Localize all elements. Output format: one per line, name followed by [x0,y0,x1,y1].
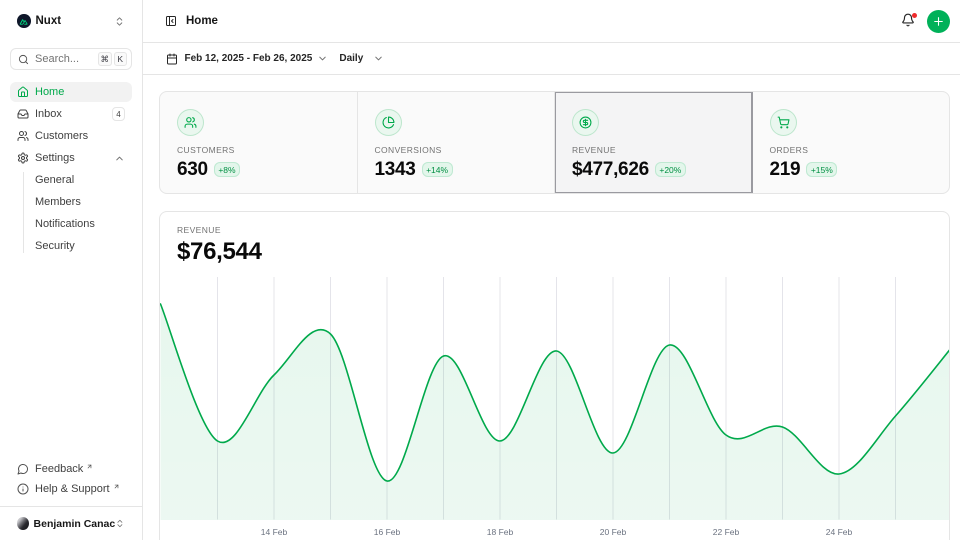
svg-text:14 Feb: 14 Feb [261,527,288,537]
svg-text:22 Feb: 22 Feb [713,527,740,537]
svg-text:18 Feb: 18 Feb [487,527,514,537]
svg-text:24 Feb: 24 Feb [826,527,853,537]
svg-text:20 Feb: 20 Feb [600,527,627,537]
svg-text:16 Feb: 16 Feb [374,527,401,537]
